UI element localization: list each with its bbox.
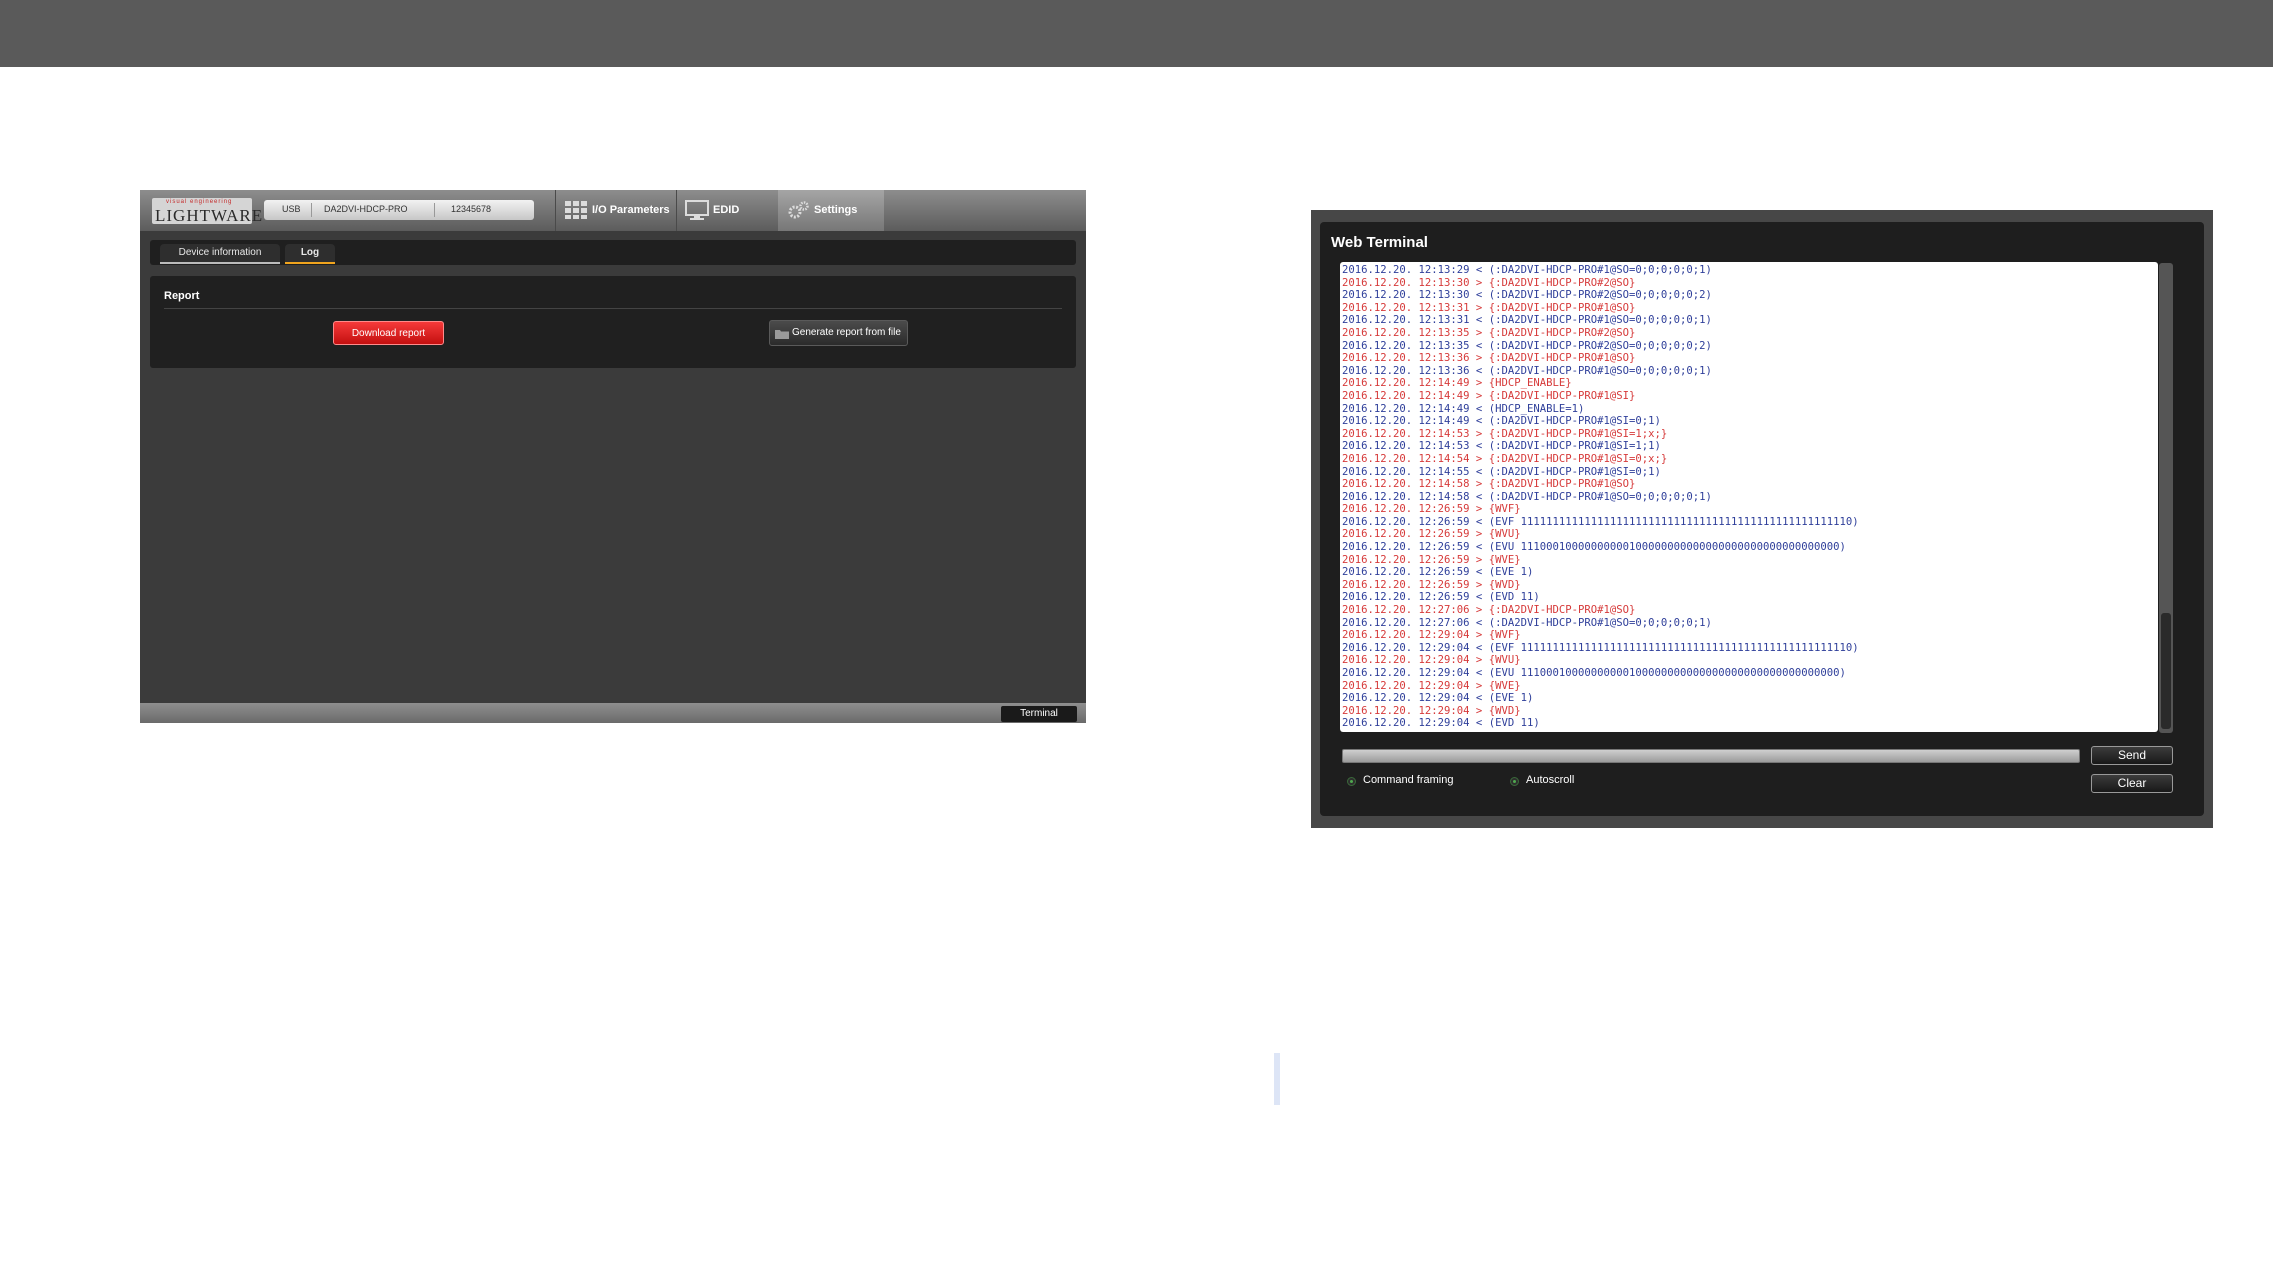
log-line: 2016.12.20. 12:26:59 > {WVU}: [1342, 528, 1521, 541]
log-line: 2016.12.20. 12:14:49 < (HDCP_ENABLE=1): [1342, 402, 1585, 415]
log-line: 2016.12.20. 12:27:06 > {:DA2DVI-HDCP-PRO…: [1342, 604, 1636, 617]
log-line: 2016.12.20. 12:29:04 < (EVF 111111111111…: [1342, 641, 1859, 654]
log-line: 2016.12.20. 12:29:04 < (EVU 111000100000…: [1342, 667, 1846, 679]
log-line: 2016.12.20. 12:29:04 > {WVF}: [1342, 629, 1521, 642]
monitor-icon: [685, 200, 709, 220]
log-line: 2016.12.20. 12:27:06 < (:DA2DVI-HDCP-PRO…: [1342, 616, 1712, 629]
autoscroll-label: Autoscroll: [1526, 774, 1575, 786]
radio-icon[interactable]: [1347, 777, 1356, 786]
divider: [311, 203, 312, 217]
device-model: DA2DVI-HDCP-PRO: [324, 204, 408, 214]
log-line: 2016.12.20. 12:26:59 < (EVF 111111111111…: [1342, 515, 1859, 528]
report-panel: Report Download report Generate report f…: [150, 276, 1076, 368]
log-line: 2016.12.20. 12:14:53 < (:DA2DVI-HDCP-PRO…: [1342, 440, 1661, 453]
connection-type: USB: [282, 204, 301, 214]
log-line: 2016.12.20. 12:14:58 < (:DA2DVI-HDCP-PRO…: [1342, 490, 1712, 503]
log-line: 2016.12.20. 12:26:59 > {WVF}: [1342, 503, 1521, 516]
tab-label: EDID: [713, 204, 740, 216]
log-line: 2016.12.20. 12:14:49 > {:DA2DVI-HDCP-PRO…: [1342, 389, 1636, 402]
log-line: 2016.12.20. 12:14:49 < (:DA2DVI-HDCP-PRO…: [1342, 415, 1661, 428]
tab-edid[interactable]: EDID: [676, 190, 776, 231]
command-input[interactable]: [1342, 749, 2080, 763]
scrollbar-thumb[interactable]: [2161, 613, 2171, 729]
grid-icon: [565, 201, 587, 219]
folder-icon: [775, 330, 789, 339]
log-line: 2016.12.20. 12:13:31 > {:DA2DVI-HDCP-PRO…: [1342, 301, 1636, 314]
command-framing-label: Command framing: [1363, 774, 1454, 786]
clear-button[interactable]: Clear: [2091, 774, 2173, 793]
log-line: 2016.12.20. 12:13:35 > {:DA2DVI-HDCP-PRO…: [1342, 326, 1636, 339]
log-line: 2016.12.20. 12:13:30 < (:DA2DVI-HDCP-PRO…: [1342, 289, 1712, 302]
log-line: 2016.12.20. 12:29:04 > {WVD}: [1342, 704, 1521, 717]
log-line: 2016.12.20. 12:26:59 > {WVE}: [1342, 553, 1521, 566]
log-line: 2016.12.20. 12:14:49 > {HDCP_ENABLE}: [1342, 377, 1572, 390]
log-line: 2016.12.20. 12:13:29 < (:DA2DVI-HDCP-PRO…: [1342, 264, 1712, 276]
tab-settings[interactable]: Settings: [778, 190, 884, 231]
connection-status-bar[interactable]: USB DA2DVI-HDCP-PRO 12345678: [264, 200, 534, 220]
divider: [164, 308, 1062, 309]
status-bar: Terminal: [140, 703, 1086, 723]
terminal-scrollbar[interactable]: [2159, 263, 2173, 733]
log-line: 2016.12.20. 12:14:53 > {:DA2DVI-HDCP-PRO…: [1342, 427, 1668, 440]
app-header: visual engineering LIGHTWARE USB DA2DVI-…: [140, 190, 1086, 231]
log-line: 2016.12.20. 12:26:59 < (EVD 11): [1342, 591, 1540, 604]
tab-label: I/O Parameters: [592, 204, 670, 216]
log-line: 2016.12.20. 12:14:54 > {:DA2DVI-HDCP-PRO…: [1342, 452, 1668, 465]
log-line: 2016.12.20. 12:29:04 < (EVE 1): [1342, 692, 1534, 705]
generate-report-button[interactable]: Generate report from file: [769, 320, 908, 346]
send-button[interactable]: Send: [2091, 746, 2173, 765]
log-line: 2016.12.20. 12:26:59 < (EVE 1): [1342, 566, 1534, 579]
log-line: 2016.12.20. 12:13:35 < (:DA2DVI-HDCP-PRO…: [1342, 339, 1712, 352]
gears-icon: [788, 201, 809, 219]
log-line: 2016.12.20. 12:14:55 < (:DA2DVI-HDCP-PRO…: [1342, 465, 1661, 478]
logo-tagline: visual engineering: [166, 199, 233, 205]
log-line: 2016.12.20. 12:29:04 > {WVU}: [1342, 654, 1521, 667]
radio-icon[interactable]: [1510, 777, 1519, 786]
log-line: 2016.12.20. 12:29:04 < (EVD 11): [1342, 717, 1540, 730]
lightware-logo: visual engineering LIGHTWARE: [152, 198, 262, 225]
tab-io-parameters[interactable]: I/O Parameters: [555, 190, 675, 231]
log-line: 2016.12.20. 12:26:59 > {WVD}: [1342, 578, 1521, 591]
download-report-button[interactable]: Download report: [333, 321, 444, 345]
log-line: 2016.12.20. 12:14:58 > {:DA2DVI-HDCP-PRO…: [1342, 478, 1636, 491]
web-terminal-window: Web Terminal 2016.12.20. 12:13:29 < (:DA…: [1311, 210, 2213, 828]
page-accent-marker: [1274, 1053, 1280, 1105]
web-terminal-title: Web Terminal: [1331, 234, 1428, 251]
lightware-device-controller: visual engineering LIGHTWARE USB DA2DVI-…: [140, 190, 1086, 723]
log-line: 2016.12.20. 12:13:31 < (:DA2DVI-HDCP-PRO…: [1342, 314, 1712, 327]
report-title: Report: [164, 290, 200, 302]
log-line: 2016.12.20. 12:13:36 < (:DA2DVI-HDCP-PRO…: [1342, 364, 1712, 377]
tab-log[interactable]: Log: [285, 244, 335, 264]
document-header-bar: [0, 0, 2273, 67]
web-terminal-panel: Web Terminal 2016.12.20. 12:13:29 < (:DA…: [1320, 222, 2204, 816]
tab-label: Settings: [814, 204, 858, 216]
log-line: 2016.12.20. 12:29:04 > {WVE}: [1342, 679, 1521, 692]
serial-number: 12345678: [451, 204, 492, 214]
generate-report-label: Generate report from file: [792, 327, 901, 338]
terminal-button[interactable]: Terminal: [1001, 706, 1077, 722]
terminal-log[interactable]: 2016.12.20. 12:13:29 < (:DA2DVI-HDCP-PRO…: [1340, 262, 2158, 732]
log-line: 2016.12.20. 12:13:30 > {:DA2DVI-HDCP-PRO…: [1342, 276, 1636, 289]
tab-device-information[interactable]: Device information: [160, 244, 280, 264]
log-line: 2016.12.20. 12:26:59 < (EVU 111000100000…: [1342, 541, 1846, 554]
log-line: 2016.12.20. 12:13:36 > {:DA2DVI-HDCP-PRO…: [1342, 352, 1636, 365]
settings-subtabs: Device information Log: [150, 240, 1076, 265]
divider: [434, 203, 435, 217]
logo-text: LIGHTWARE: [155, 206, 264, 225]
